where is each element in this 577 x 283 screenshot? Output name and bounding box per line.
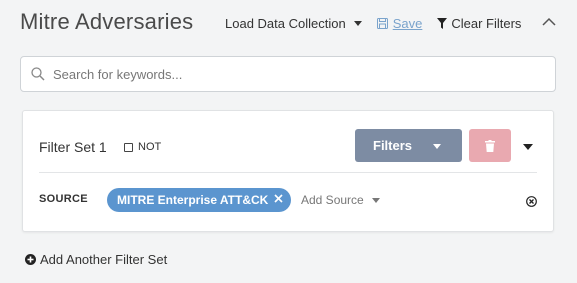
clear-filters-button[interactable]: Clear Filters — [437, 16, 521, 31]
search-input[interactable] — [51, 65, 555, 83]
filter-set-card: Filter Set 1 NOT Filters SOURCE MITRE En… — [22, 110, 554, 232]
search-icon — [31, 67, 45, 81]
source-chip-label: MITRE Enterprise ATT&CK — [117, 193, 269, 207]
divider — [39, 172, 537, 173]
search-field[interactable] — [20, 56, 556, 92]
checkbox-square-icon — [124, 142, 133, 152]
save-icon — [376, 17, 388, 29]
add-another-filter-set-label: Add Another Filter Set — [40, 252, 168, 267]
header-toolbar: Load Data Collection Save Clear Filters — [225, 14, 521, 32]
clear-filters-label: Clear Filters — [451, 15, 522, 31]
not-label: NOT — [138, 141, 162, 153]
page-title: Mitre Adversaries — [20, 9, 194, 34]
delete-filter-set-button[interactable] — [469, 129, 511, 162]
filter-set-title: Filter Set 1 — [39, 139, 107, 155]
load-data-collection-label: Load Data Collection — [225, 15, 346, 31]
chevron-up-icon[interactable] — [542, 17, 556, 26]
circle-close-icon[interactable] — [526, 196, 537, 207]
caret-down-icon — [433, 144, 441, 149]
filter-set-menu-caret-icon[interactable] — [523, 144, 533, 150]
save-label: Save — [392, 15, 423, 31]
add-source-label: Add Source — [301, 193, 364, 207]
source-chip: MITRE Enterprise ATT&CK — [107, 188, 291, 212]
caret-down-icon — [353, 20, 362, 26]
filters-button-label: Filters — [373, 138, 413, 153]
close-icon[interactable] — [274, 194, 283, 203]
filter-icon — [437, 17, 448, 29]
save-button[interactable]: Save — [376, 15, 423, 31]
add-another-filter-set-button[interactable]: Add Another Filter Set — [25, 252, 167, 267]
caret-down-icon — [371, 197, 380, 203]
add-source-dropdown[interactable]: Add Source — [301, 193, 380, 207]
plus-circle-icon — [25, 254, 36, 265]
source-label: SOURCE — [39, 193, 88, 205]
trash-icon — [485, 139, 495, 152]
filters-dropdown-button[interactable]: Filters — [355, 129, 462, 162]
load-data-collection-dropdown[interactable]: Load Data Collection — [225, 16, 362, 31]
not-checkbox[interactable]: NOT — [124, 141, 161, 153]
